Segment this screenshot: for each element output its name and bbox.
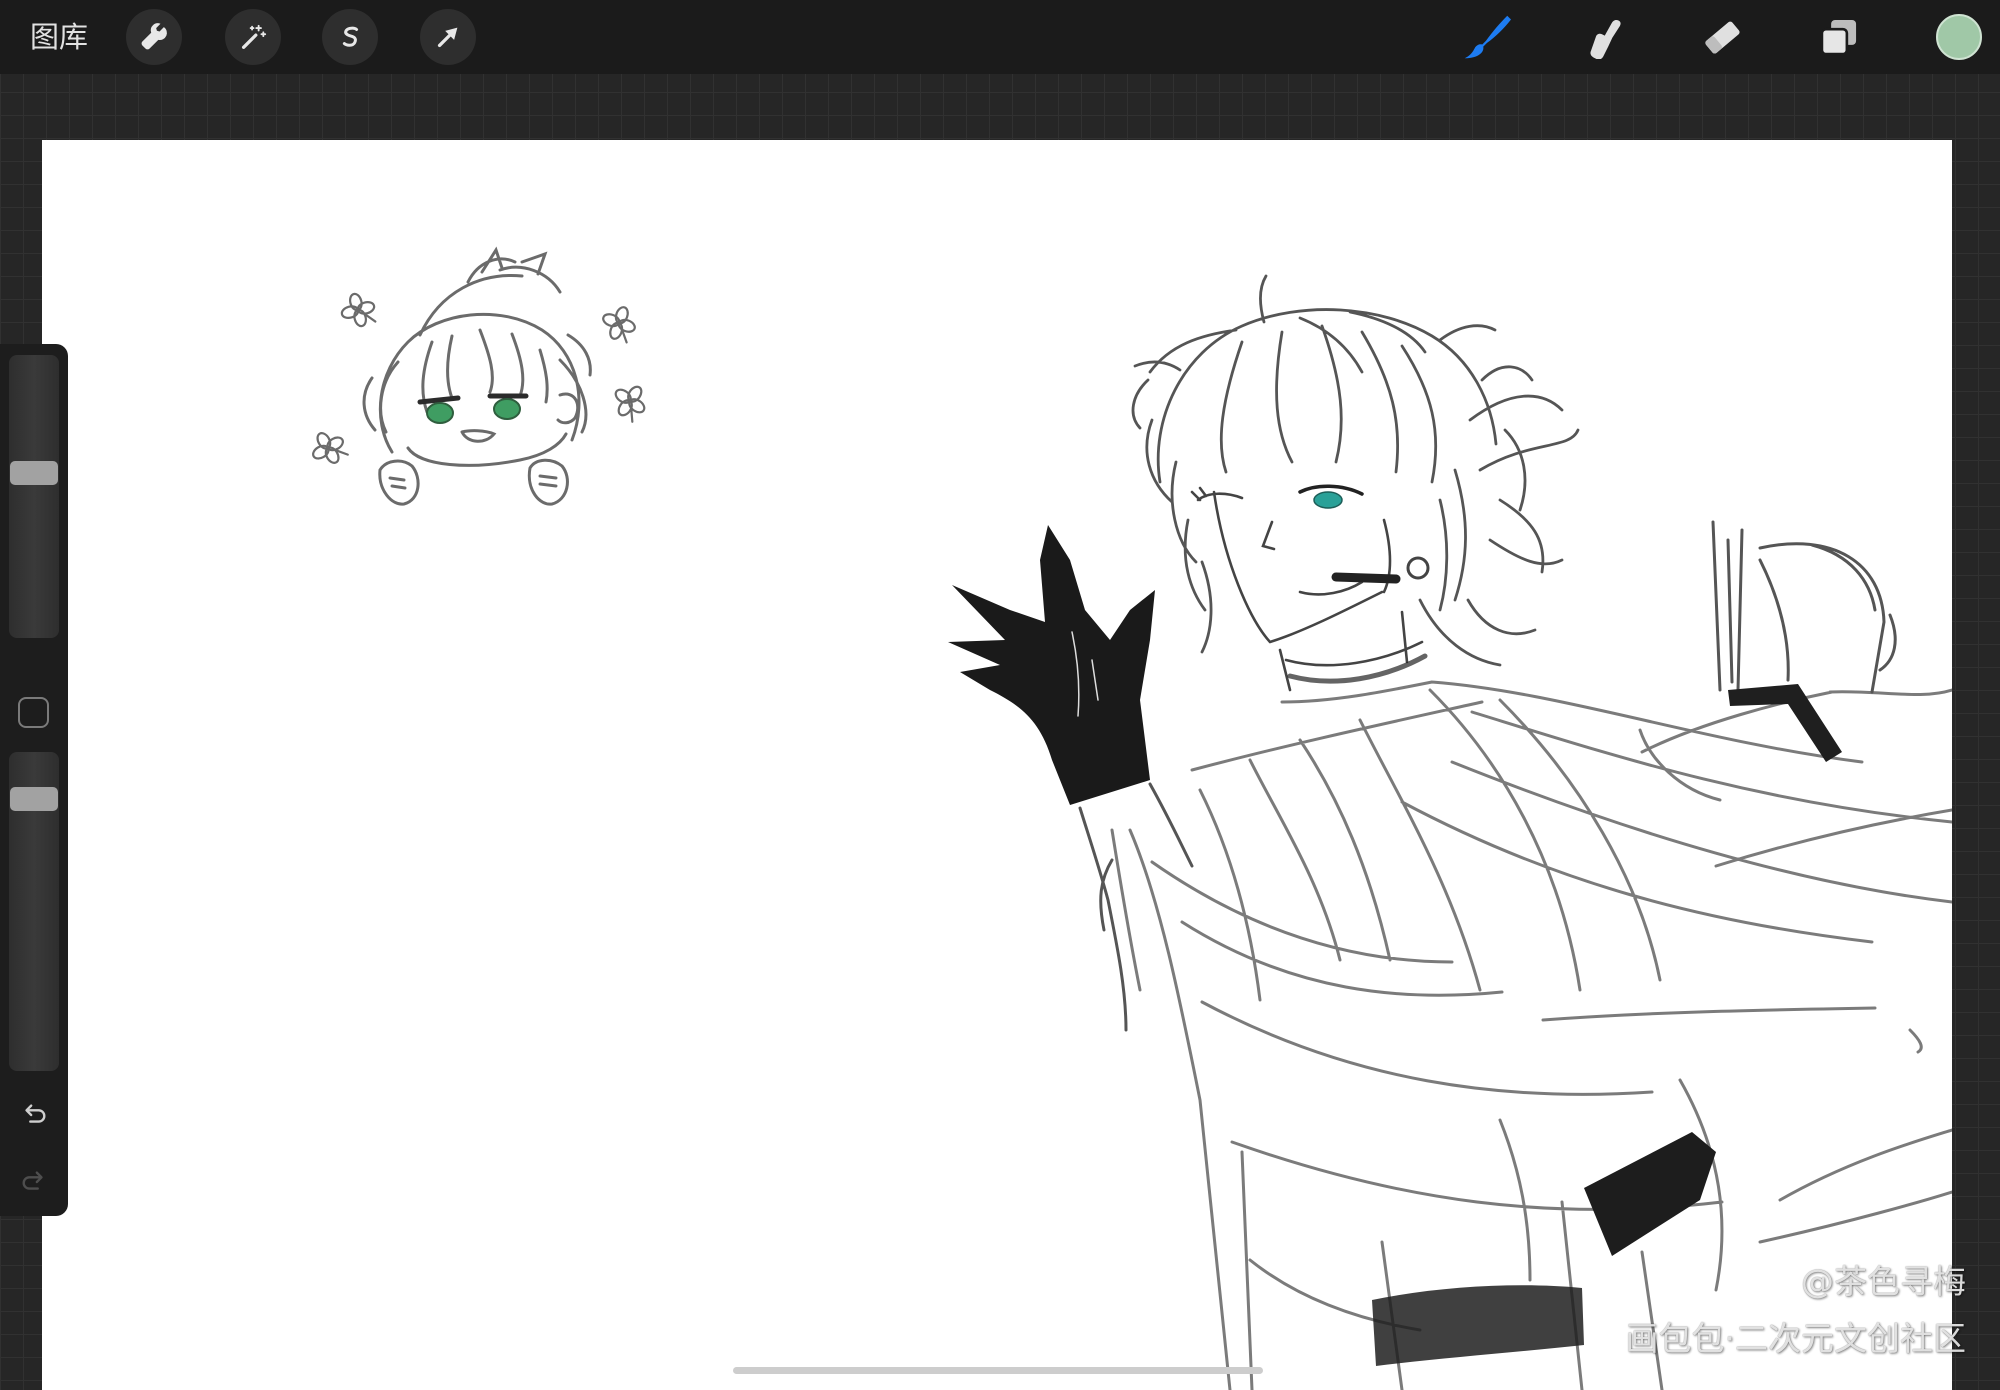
smudge-icon — [1590, 19, 1621, 59]
transform-arrow-icon — [437, 27, 458, 48]
drawing-canvas[interactable] — [42, 140, 1952, 1390]
redo-icon — [22, 1171, 43, 1190]
undo-icon — [25, 1104, 46, 1123]
hair-strokes — [1131, 274, 1580, 667]
eraser-icon — [1705, 21, 1740, 54]
sleeve-strokes — [1078, 782, 1194, 1032]
brush-icon — [1464, 15, 1511, 59]
eraser-button[interactable] — [1696, 11, 1748, 63]
belt-shading — [1372, 1285, 1584, 1366]
clover-doodle — [336, 288, 380, 332]
layers-icon — [1820, 19, 1857, 56]
undo-button[interactable] — [16, 1097, 52, 1133]
color-button[interactable] — [1936, 14, 1982, 60]
chibi-head-strokes — [362, 246, 592, 467]
collar-shading — [1287, 653, 1428, 684]
face-strokes — [1190, 486, 1424, 692]
clover-doodle — [304, 424, 352, 472]
smudge-button[interactable] — [1576, 11, 1628, 63]
redo-button[interactable] — [16, 1164, 52, 1200]
actions-button[interactable] — [126, 9, 182, 65]
chibi-eye-right — [493, 398, 521, 420]
headset-mic — [1331, 572, 1401, 584]
adjustments-button[interactable] — [225, 9, 281, 65]
top-toolbar: 图库 — [0, 0, 2000, 74]
selection-button[interactable] — [322, 9, 378, 65]
opacity-slider[interactable] — [9, 752, 59, 1071]
wrench-icon — [141, 23, 167, 50]
sketch-artwork — [304, 246, 1952, 1390]
gallery-button[interactable]: 图库 — [30, 18, 88, 56]
transform-button[interactable] — [420, 9, 476, 65]
headset-earpiece — [1406, 556, 1430, 580]
chibi-sketch — [304, 246, 655, 506]
brush-button[interactable] — [1460, 11, 1512, 63]
clover-doodle — [596, 300, 642, 346]
left-sidebar — [0, 344, 68, 1216]
character-eye — [1313, 491, 1343, 509]
watermark-handle: @茶色寻梅 — [1801, 1262, 1966, 1301]
selection-icon — [342, 26, 359, 47]
clover-doodle — [605, 376, 655, 426]
watermark-site: 画包包·二次元文创社区 — [1625, 1319, 1967, 1358]
brush-size-slider-thumb[interactable] — [10, 461, 58, 486]
chibi-eye-left — [426, 402, 454, 424]
layers-button[interactable] — [1813, 11, 1865, 63]
brush-size-slider[interactable] — [9, 355, 59, 638]
magic-wand-icon — [241, 24, 267, 49]
opacity-slider-thumb[interactable] — [10, 787, 58, 812]
home-indicator — [733, 1367, 1263, 1374]
character-sketch — [948, 274, 1952, 1390]
strap-shading — [1584, 1132, 1716, 1256]
modify-button[interactable] — [18, 697, 49, 728]
tail-strokes — [1711, 520, 1897, 694]
glove-hand — [948, 525, 1155, 805]
